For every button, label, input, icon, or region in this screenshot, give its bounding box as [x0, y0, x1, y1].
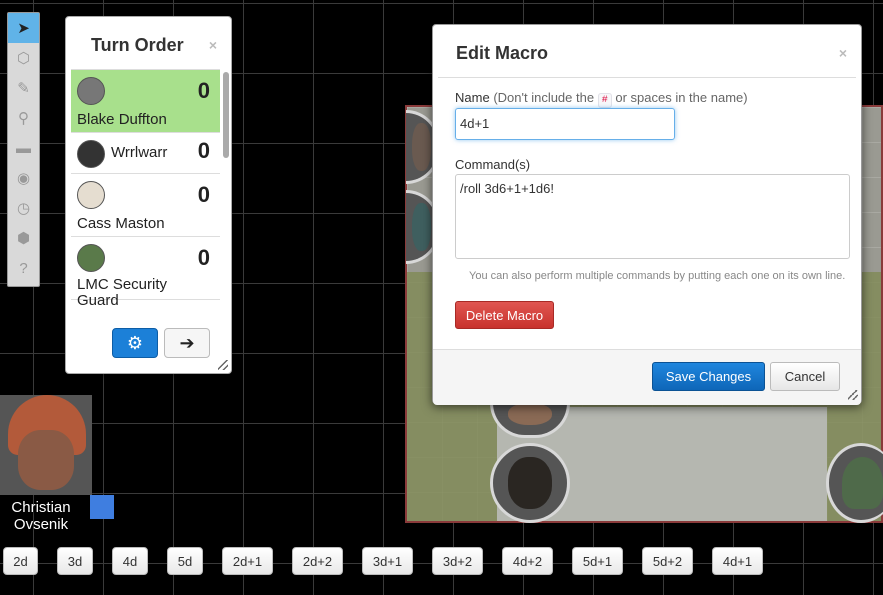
resize-handle-icon[interactable] — [848, 390, 858, 400]
macro-button[interactable]: 3d+1 — [362, 547, 413, 575]
macro-name-input[interactable]: 4d+1 — [455, 108, 675, 140]
macro-button[interactable]: 3d — [57, 547, 93, 575]
avatar — [77, 244, 105, 272]
edit-macro-dialog: Edit Macro × Name (Don't include the # o… — [432, 24, 862, 405]
name-hint-prefix: (Don't include the — [493, 90, 595, 105]
name-hint-suffix: or spaces in the name) — [615, 90, 748, 105]
close-icon[interactable]: × — [839, 45, 847, 61]
dialog-title: Edit Macro — [456, 43, 549, 63]
brush-icon[interactable]: ✎ — [8, 73, 39, 103]
entry-name: Blake Duffton — [77, 111, 167, 128]
entry-name: Cass Maston — [77, 215, 165, 232]
delete-macro-button[interactable]: Delete Macro — [455, 301, 554, 329]
macro-button[interactable]: 4d — [112, 547, 148, 575]
macro-button[interactable]: 5d+2 — [642, 547, 693, 575]
magnifier-icon[interactable]: ⚲ — [8, 103, 39, 133]
macro-button[interactable]: 5d+1 — [572, 547, 623, 575]
macro-button[interactable]: 2d — [3, 547, 38, 575]
player-color-swatch[interactable] — [90, 495, 114, 519]
clock-icon[interactable]: ◷ — [8, 193, 39, 223]
save-changes-button[interactable]: Save Changes — [652, 362, 765, 391]
cancel-button[interactable]: Cancel — [770, 362, 840, 391]
macro-button[interactable]: 4d+2 — [502, 547, 553, 575]
macro-button[interactable]: 3d+2 — [432, 547, 483, 575]
gear-icon[interactable]: ⚙ — [112, 328, 158, 358]
name-label: Name (Don't include the # or spaces in t… — [455, 90, 748, 108]
map-token-wookiee[interactable] — [490, 443, 570, 523]
turn-order-entry[interactable]: 0 Wrrlwarr — [71, 133, 220, 174]
cube-icon[interactable]: ⬡ — [8, 43, 39, 73]
macro-button[interactable]: 2d+2 — [292, 547, 343, 575]
close-icon[interactable]: × — [209, 37, 217, 53]
turn-order-entry[interactable]: 0 LMC Security Guard — [71, 237, 220, 309]
avatar — [77, 77, 105, 105]
initiative-value[interactable]: 0 — [198, 182, 210, 208]
dice-icon[interactable]: ⬢ — [8, 223, 39, 253]
player-avatar[interactable] — [0, 395, 92, 495]
macro-button[interactable]: 5d — [167, 547, 203, 575]
turn-order-panel: Turn Order × 0 Blake Duffton 0 Wrrlwarr … — [65, 16, 232, 374]
help-icon[interactable]: ? — [8, 253, 39, 283]
avatar — [77, 140, 105, 168]
hash-code: # — [597, 93, 612, 108]
divider — [438, 77, 856, 78]
command-label: Command(s) — [455, 157, 531, 172]
turn-order-entry[interactable]: 0 Cass Maston — [71, 174, 220, 237]
face-image — [18, 430, 74, 490]
macro-button[interactable]: 4d+1 — [712, 547, 763, 575]
initiative-value[interactable]: 0 — [198, 138, 210, 164]
turn-order-list: 0 Blake Duffton 0 Wrrlwarr 0 Cass Maston… — [71, 69, 220, 313]
player-name: Christian Ovsenik — [11, 499, 71, 533]
name-label-text: Name — [455, 90, 490, 105]
initiative-value[interactable]: 0 — [198, 78, 210, 104]
eye-icon[interactable]: ◉ — [8, 163, 39, 193]
macro-command-textarea[interactable]: /roll 3d6+1+1d6! — [455, 174, 850, 259]
macro-button[interactable]: 2d+1 — [222, 547, 273, 575]
turn-order-title: Turn Order — [91, 35, 184, 55]
cursor-icon[interactable]: ➤ — [8, 13, 39, 43]
dialog-footer: Save Changes Cancel — [433, 349, 861, 405]
avatar — [77, 181, 105, 209]
entry-name: Wrrlwarr — [111, 144, 168, 161]
resize-handle-icon[interactable] — [218, 360, 228, 370]
turn-order-entry[interactable]: 0 Blake Duffton — [71, 70, 220, 133]
help-text: You can also perform multiple commands b… — [469, 270, 846, 282]
ruler-icon[interactable]: ▬ — [8, 133, 39, 163]
initiative-value[interactable]: 0 — [198, 245, 210, 271]
tool-palette: ➤ ⬡ ✎ ⚲ ▬ ◉ ◷ ⬢? — [7, 12, 40, 287]
next-turn-arrow-icon[interactable]: ➔ — [164, 328, 210, 358]
scrollbar[interactable] — [223, 72, 229, 158]
entry-name: LMC Security Guard — [77, 276, 168, 309]
